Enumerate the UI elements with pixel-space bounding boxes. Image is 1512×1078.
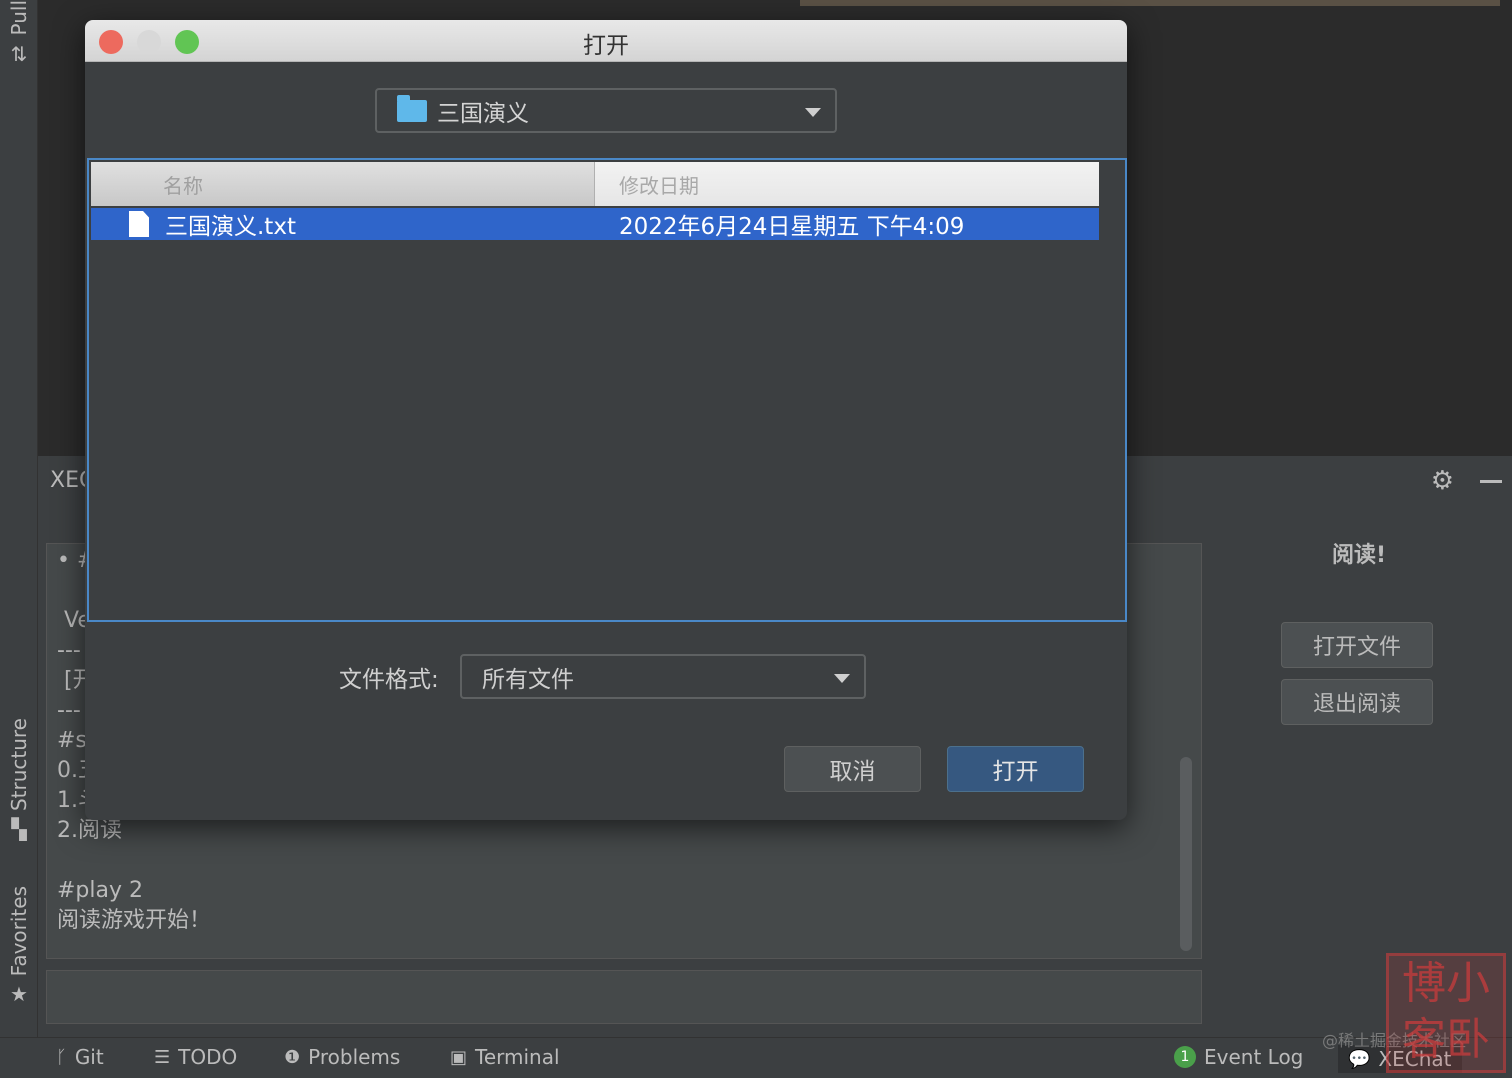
minimize-icon[interactable] (1480, 480, 1502, 483)
file-modified-date: 2022年6月24日星期五 下午4:09 (619, 214, 965, 240)
chat-bubble-icon: 💬 (1348, 1048, 1371, 1070)
terminal-icon: ▣ (450, 1046, 468, 1068)
pull-request-icon: ⇅ (10, 41, 28, 66)
todo-label: TODO (178, 1045, 238, 1069)
pull-label: Pull (7, 0, 31, 36)
output-scrollbar[interactable] (1180, 757, 1192, 951)
file-list[interactable]: 名称 修改日期 三国演义.txt 2022年6月24日星期五 下午4:09 (87, 158, 1127, 622)
structure-icon: ▚ (11, 817, 27, 842)
star-icon: ★ (10, 982, 28, 1007)
event-count-badge: 1 (1174, 1046, 1196, 1068)
chat-line: #play 2 (57, 878, 144, 903)
structure-tab[interactable]: Structure ▚ (0, 718, 38, 847)
file-format-value: 所有文件 (482, 666, 574, 693)
structure-label: Structure (7, 718, 31, 812)
git-label: Git (74, 1045, 104, 1069)
terminal-label: Terminal (475, 1045, 560, 1069)
gear-icon[interactable]: ⚙ (1431, 466, 1454, 496)
todo-tab[interactable]: ☰ TODO (154, 1045, 237, 1069)
chevron-down-icon (805, 108, 821, 117)
file-name: 三国演义.txt (165, 214, 296, 240)
cancel-button[interactable]: 取消 (784, 746, 921, 792)
list-icon: ☰ (154, 1046, 171, 1068)
problems-label: Problems (308, 1045, 401, 1069)
folder-dropdown[interactable]: 三国演义 (375, 88, 837, 133)
event-log-tab[interactable]: 1 Event Log (1174, 1045, 1303, 1069)
file-row[interactable]: 三国演义.txt 2022年6月24日星期五 下午4:09 (91, 208, 1099, 240)
watermark-seal: 博小 客卧 (1386, 953, 1506, 1073)
chat-line: 2.阅读 (57, 818, 122, 843)
chat-line (57, 846, 1191, 876)
dialog-titlebar: 打开 (85, 20, 1127, 62)
bottom-tool-bar: ᚴ Git ☰ TODO ❶ Problems ▣ Terminal 1 Eve… (0, 1037, 1512, 1078)
chevron-down-icon (834, 674, 850, 683)
open-file-button[interactable]: 打开文件 (1281, 622, 1433, 668)
open-button[interactable]: 打开 (947, 746, 1084, 792)
open-file-dialog: 打开 三国演义 名称 修改日期 三国演义.txt 2022年6月24日星期五 下… (85, 20, 1127, 820)
folder-icon (397, 94, 427, 122)
favorites-label: Favorites (7, 886, 31, 977)
left-tool-strip: Pull ⇅ Structure ▚ Favorites ★ (0, 0, 38, 1040)
column-header-modified[interactable]: 修改日期 (595, 162, 1099, 206)
dialog-title: 打开 (583, 33, 629, 59)
file-format-dropdown[interactable]: 所有文件 (460, 654, 866, 699)
text-file-icon (129, 211, 149, 237)
event-log-label: Event Log (1204, 1045, 1304, 1069)
background-video-strip (800, 0, 1500, 6)
problems-tab[interactable]: ❶ Problems (284, 1045, 400, 1069)
terminal-tab[interactable]: ▣ Terminal (450, 1045, 560, 1069)
git-tab[interactable]: ᚴ Git (56, 1045, 104, 1069)
chat-input-field[interactable] (46, 970, 1202, 1024)
column-header-name[interactable]: 名称 (91, 162, 595, 206)
read-panel-title: 阅读! (1332, 543, 1387, 568)
exit-read-button[interactable]: 退出阅读 (1281, 679, 1433, 725)
file-list-header: 名称 修改日期 (91, 162, 1099, 206)
info-icon: ❶ (284, 1046, 301, 1068)
file-format-label: 文件格式: (339, 667, 439, 693)
favorites-tab[interactable]: Favorites ★ (0, 886, 38, 1012)
chat-line: 阅读游戏开始！ (57, 908, 212, 933)
folder-name: 三国演义 (437, 100, 529, 127)
branch-icon: ᚴ (56, 1046, 67, 1068)
pull-requests-tab[interactable]: Pull ⇅ (0, 0, 38, 72)
